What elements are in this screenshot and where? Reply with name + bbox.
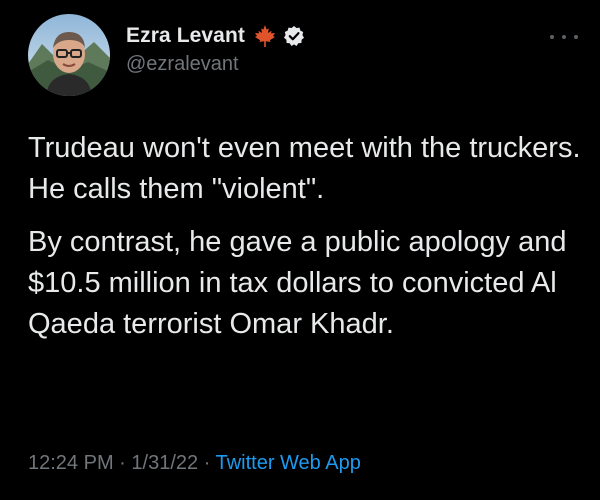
verified-badge-icon [283, 25, 305, 47]
tweet-time[interactable]: 12:24 PM [28, 452, 114, 474]
meta-separator: · [203, 452, 211, 474]
author-names: Ezra Levant @ezralevant [126, 21, 305, 76]
more-dot [574, 35, 578, 39]
meta-separator: · [119, 452, 126, 474]
tweet-meta: 12:24 PM · 1/31/22 · Twitter Web App [28, 452, 361, 475]
more-dot [550, 35, 554, 39]
tweet-date[interactable]: 1/31/22 [131, 452, 198, 474]
display-name-row: Ezra Levant [126, 21, 305, 51]
tweet-source-link[interactable]: Twitter Web App [216, 452, 361, 474]
tweet-text: Trudeau won't even meet with the trucker… [28, 128, 583, 357]
avatar[interactable] [28, 14, 110, 96]
tweet-paragraph-2: By contrast, he gave a public apology an… [28, 226, 567, 340]
tweet-paragraph-1: Trudeau won't even meet with the trucker… [28, 132, 581, 205]
maple-leaf-icon [253, 24, 277, 48]
more-icon[interactable] [550, 30, 578, 44]
author-handle[interactable]: @ezralevant [126, 53, 305, 76]
tweet-header: Ezra Levant @ezralevant [28, 14, 305, 96]
tweet-card: Ezra Levant @ezralevant Trudeau won't ev… [0, 0, 600, 500]
more-dot [562, 35, 566, 39]
display-name[interactable]: Ezra Levant [126, 24, 245, 48]
